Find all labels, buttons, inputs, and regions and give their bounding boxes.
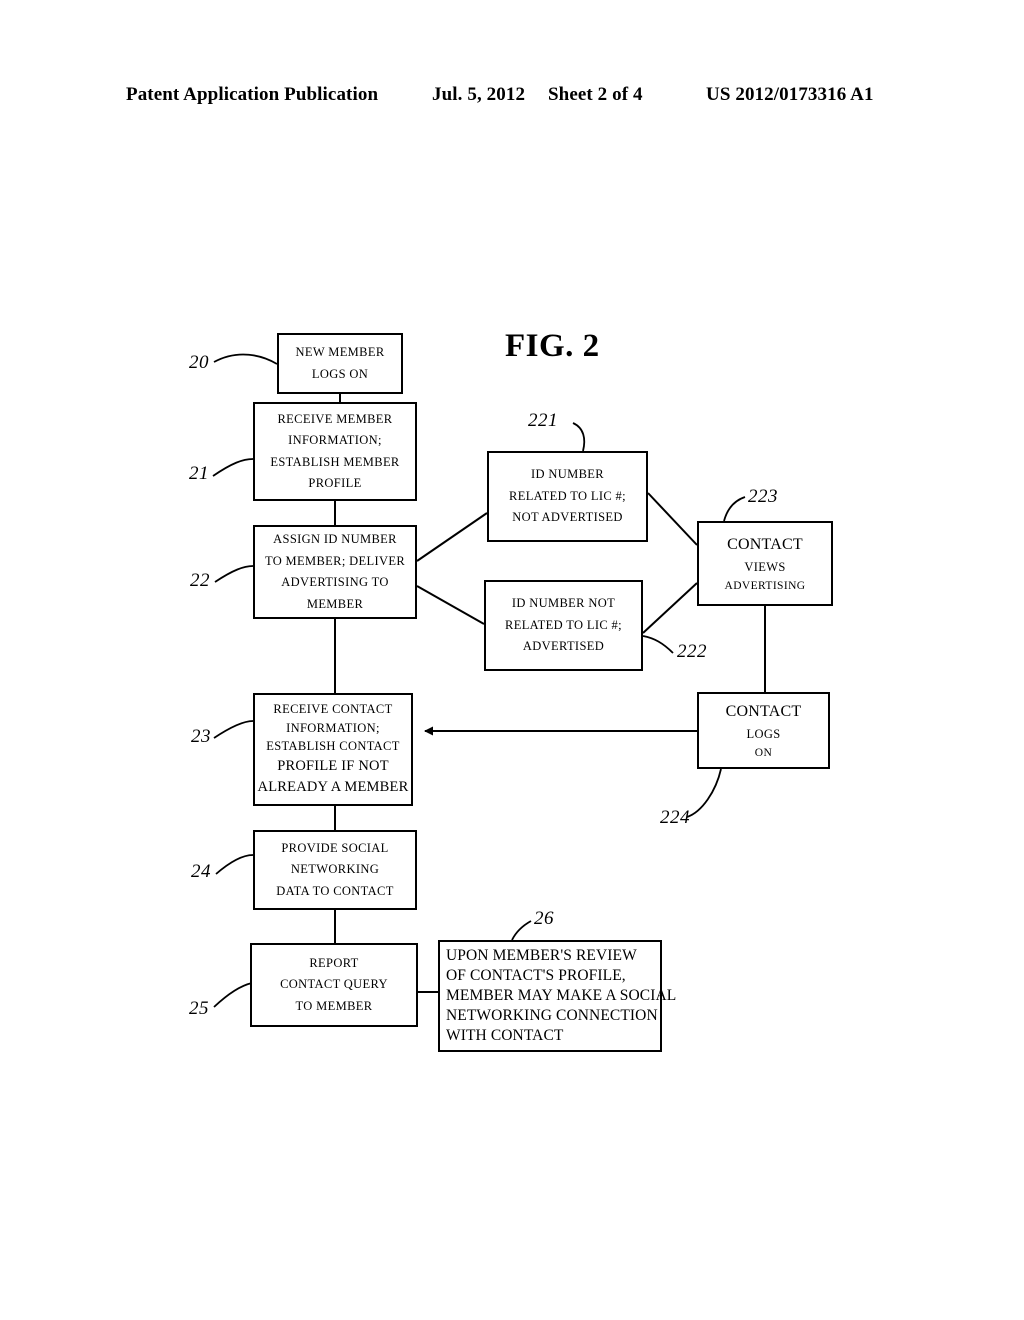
figure-flowchart: FIG. 2 NEW MEMBER LOGS ON 20 RECEIVE MEM… [0,0,1024,1320]
flow-box-24-line-3: DATA TO CONTACT [276,883,394,898]
flow-box-224-line-2: LOGS [746,727,781,742]
flow-box-21-line-2: INFORMATION; [288,433,382,447]
flow-box-24-line-2: NETWORKING [290,862,380,877]
flow-box-222-line-1: ID NUMBER NOT [511,596,616,611]
reference-numeral-25: 25 [189,998,209,1019]
flow-box-26: UPON MEMBER'S REVIEW OF CONTACT'S PROFIL… [438,940,676,1052]
flow-box-223-line-3: ADVERTISING [724,580,806,593]
flow-box-221: ID NUMBER RELATED TO LIC #; NOT ADVERTIS… [487,451,648,542]
flow-box-22-line-1: ASSIGN ID NUMBER [273,532,397,546]
flow-box-25-line-1: REPORT [309,955,359,970]
flow-box-222-line-3: ADVERTISED [522,639,605,654]
reference-numeral-22: 22 [190,570,210,591]
leader-24 [215,854,254,875]
flow-box-23-line-1: RECEIVE CONTACT [273,702,393,717]
reference-numeral-224: 224 [660,807,690,828]
flow-box-23-line-2: INFORMATION; [286,720,380,735]
flow-box-23: RECEIVE CONTACT INFORMATION; ESTABLISH C… [253,693,413,806]
flow-box-221-line-1: ID NUMBER [531,467,604,482]
flow-box-223-line-1: CONTACT [727,535,803,553]
reference-numeral-24: 24 [191,861,211,882]
flow-box-22-line-4: MEMBER [306,596,364,611]
flow-box-224-line-3: ON [754,747,773,760]
flow-box-26-line-4: NETWORKING CONNECTION [446,1006,658,1024]
reference-numeral-21: 21 [189,463,209,484]
leader-20 [213,353,278,365]
flow-box-222-line-2: RELATED TO LIC #; [505,617,622,632]
flow-box-25-line-3: TO MEMBER [295,998,373,1013]
flow-box-23-line-4: PROFILE IF NOT [277,757,389,774]
leader-26 [511,920,532,941]
flow-box-221-line-3: NOT ADVERTISED [512,510,623,525]
reference-numeral-20: 20 [189,352,209,373]
flow-box-22-line-3: ADVERTISING TO [281,575,389,589]
flow-box-224-line-1: CONTACT [725,702,802,720]
leader-21 [212,458,254,477]
flow-box-223: CONTACT VIEWS ADVERTISING [697,521,833,606]
reference-numeral-221: 221 [528,410,558,431]
flow-box-224: CONTACT LOGS ON [697,692,830,769]
flow-box-22-line-2: TO MEMBER; DELIVER [264,553,406,568]
connector-222-223 [642,582,698,634]
flow-box-23-line-3: ESTABLISH CONTACT [266,739,400,754]
connector-22-221 [416,512,488,562]
flow-box-21-line-1: RECEIVE MEMBER [277,411,393,426]
flow-box-24-line-1: PROVIDE SOCIAL [281,840,389,855]
reference-numeral-222: 222 [677,641,707,662]
flow-box-20-line-1: NEW MEMBER [295,345,385,359]
flow-box-221-line-2: RELATED TO LIC #; [509,488,626,503]
leader-221 [572,422,586,452]
flow-box-25-line-2: CONTACT QUERY [280,977,388,992]
figure-title: FIG. 2 [505,328,600,364]
flow-box-223-line-2: VIEWS [744,560,786,575]
leader-222 [642,635,674,654]
flow-box-222: ID NUMBER NOT RELATED TO LIC #; ADVERTIS… [484,580,643,671]
flow-box-26-line-2: OF CONTACT'S PROFILE, [446,967,626,985]
leader-25 [213,982,253,1008]
leader-224 [686,768,722,818]
flow-box-21: RECEIVE MEMBER INFORMATION; ESTABLISH ME… [253,402,417,501]
flow-box-26-line-3: MEMBER MAY MAKE A SOCIAL [446,987,677,1005]
leader-23 [213,720,254,739]
flow-box-23-line-5: ALREADY A MEMBER [257,779,409,796]
flow-box-21-line-4: PROFILE [308,476,362,490]
reference-numeral-23: 23 [191,726,211,747]
connector-22-222 [416,585,485,625]
leader-22 [214,565,254,583]
flow-box-24: PROVIDE SOCIAL NETWORKING DATA TO CONTAC… [253,830,417,910]
leader-223 [723,496,746,522]
flow-box-22: ASSIGN ID NUMBER TO MEMBER; DELIVER ADVE… [253,525,417,619]
flow-box-20-line-2: LOGS ON [311,366,369,381]
reference-numeral-26: 26 [534,908,554,929]
reference-numeral-223: 223 [748,486,778,507]
flow-box-20: NEW MEMBER LOGS ON [277,333,403,394]
flow-box-25: REPORT CONTACT QUERY TO MEMBER [250,943,418,1027]
flow-box-26-line-1: UPON MEMBER'S REVIEW [446,947,637,965]
flow-box-21-line-3: ESTABLISH MEMBER [270,454,400,469]
flow-box-26-line-5: WITH CONTACT [446,1026,564,1044]
connector-221-223 [647,492,698,546]
